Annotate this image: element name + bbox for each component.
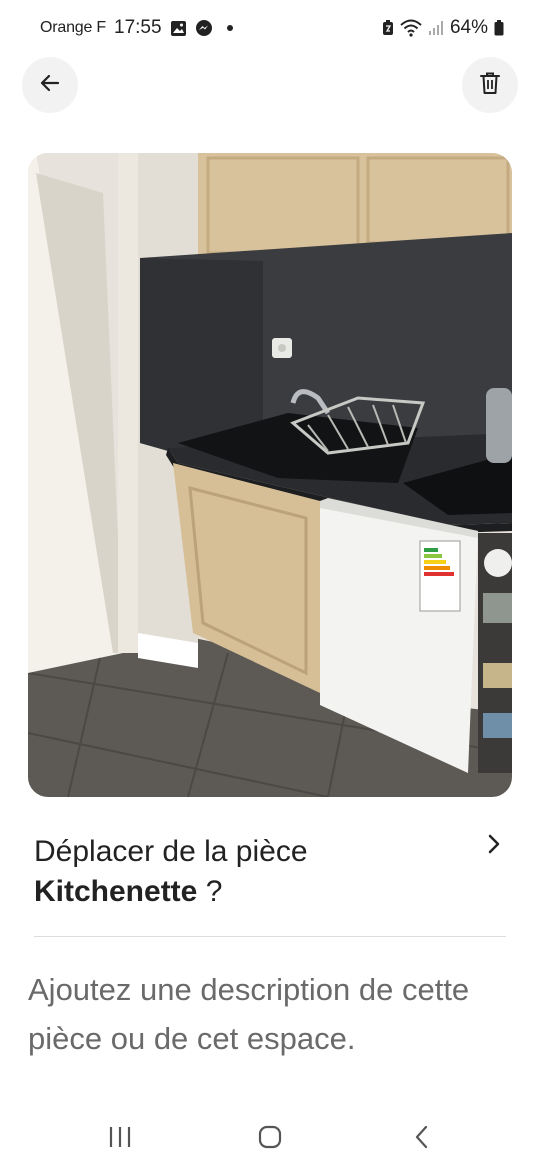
recent-apps-icon [107, 1125, 133, 1154]
messenger-icon [195, 19, 213, 37]
notification-dot-icon [226, 25, 233, 31]
signal-icon [428, 20, 444, 36]
battery-icon [494, 20, 504, 36]
gallery-icon [170, 20, 187, 37]
room-photo[interactable] [28, 153, 512, 797]
back-button[interactable] [22, 57, 78, 113]
move-room-row[interactable]: Déplacer de la pièce Kitchenette ? [34, 832, 508, 912]
home-icon [257, 1124, 283, 1155]
nfc-icon [382, 20, 394, 36]
move-room-label: Déplacer de la pièce [34, 835, 308, 868]
recent-apps-button[interactable] [100, 1124, 140, 1154]
battery-percent: 64% [449, 17, 488, 38]
wifi-icon [400, 19, 422, 37]
description-field[interactable]: Ajoutez une description de cette pièce o… [28, 965, 508, 1063]
delete-button[interactable] [462, 57, 518, 113]
home-button[interactable] [250, 1124, 290, 1154]
status-bar: Orange F 17:55 64% [0, 0, 540, 58]
divider [34, 936, 506, 937]
carrier-label: Orange F [40, 19, 106, 36]
nav-back-button[interactable] [402, 1124, 442, 1154]
chevron-right-icon [484, 832, 504, 861]
move-room-target: Kitchenette ? [34, 872, 508, 912]
system-nav-bar [0, 1110, 540, 1170]
question-suffix: ? [197, 875, 223, 908]
back-icon [413, 1124, 431, 1155]
room-name: Kitchenette [34, 875, 198, 908]
arrow-left-icon [38, 71, 62, 100]
trash-icon [479, 71, 501, 100]
clock: 17:55 [114, 17, 162, 38]
